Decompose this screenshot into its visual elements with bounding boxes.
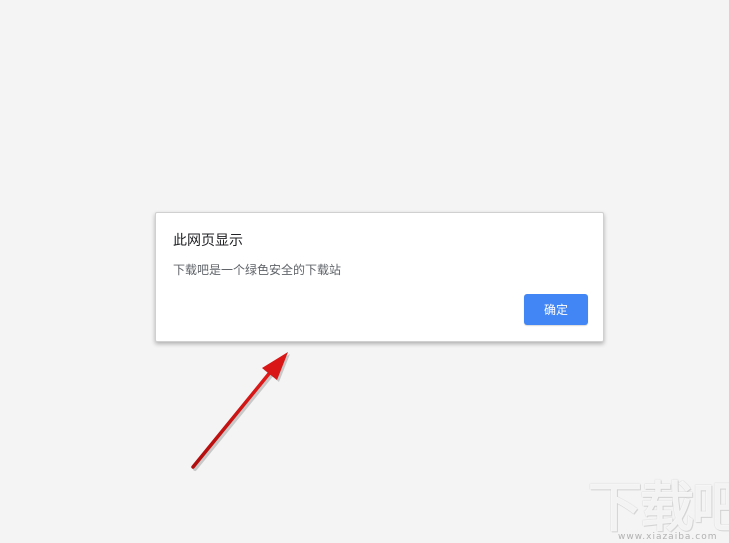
ok-button[interactable]: 确定 bbox=[524, 294, 588, 325]
arrow-shape bbox=[191, 352, 290, 471]
dialog-message: 下载吧是一个绿色安全的下载站 bbox=[173, 263, 342, 277]
watermark-url: www.xiazaiba.com bbox=[618, 532, 718, 542]
alert-dialog: 此网页显示 下载吧是一个绿色安全的下载站 确定 bbox=[155, 212, 604, 342]
browser-page: { "dialog": { "title": "此网页显示", "message… bbox=[0, 0, 729, 543]
dialog-title: 此网页显示 bbox=[173, 233, 243, 249]
watermark: 下载吧 www.xiazaiba.com bbox=[588, 478, 729, 543]
watermark-logo: 下载吧 bbox=[588, 478, 729, 539]
